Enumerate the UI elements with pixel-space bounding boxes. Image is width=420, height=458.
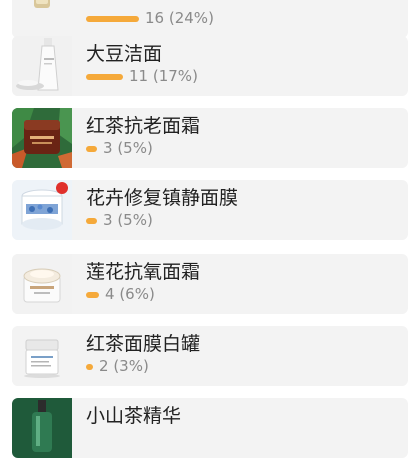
result-bar [86, 218, 97, 224]
list-item[interactable]: 红茶面膜白罐 2 (3%) [12, 326, 408, 386]
list-item[interactable]: 小山茶精华 [12, 398, 408, 458]
item-name: 大豆洁面 [86, 43, 163, 65]
result-count: 2 (3%) [99, 357, 149, 375]
result-bar [86, 74, 123, 80]
result-count: 3 (5%) [103, 211, 153, 229]
item-name: 红茶抗老面霜 [86, 115, 201, 137]
flower-mask-jar-icon [12, 180, 72, 240]
result-count: 3 (5%) [103, 139, 153, 157]
result-count: 4 (6%) [105, 285, 155, 303]
list-item[interactable]: 16 (24%) [12, 0, 408, 38]
lotus-cream-jar-icon [12, 254, 72, 314]
result-bar [86, 292, 99, 298]
item-name: 花卉修复镇静面膜 [86, 187, 239, 209]
result-bar [86, 146, 97, 152]
cleanser-tube-icon [12, 36, 72, 96]
list-item[interactable]: 莲花抗氧面霜 4 (6%) [12, 254, 408, 314]
result-bar [86, 364, 93, 370]
list-item[interactable]: 大豆洁面 11 (17%) [12, 36, 408, 96]
result-bar [86, 16, 139, 22]
product-bottle-icon [12, 0, 72, 38]
black-tea-cream-jar-icon [12, 108, 72, 168]
list-item[interactable]: 花卉修复镇静面膜 3 (5%) [12, 180, 408, 240]
item-name: 莲花抗氧面霜 [86, 261, 201, 283]
result-count: 16 (24%) [145, 9, 214, 27]
result-count: 11 (17%) [129, 67, 198, 85]
serum-bottle-icon [12, 398, 72, 458]
item-name: 红茶面膜白罐 [86, 333, 201, 355]
list-item[interactable]: 红茶抗老面霜 3 (5%) [12, 108, 408, 168]
item-name: 小山茶精华 [86, 405, 182, 427]
white-mask-jar-icon [12, 326, 72, 386]
